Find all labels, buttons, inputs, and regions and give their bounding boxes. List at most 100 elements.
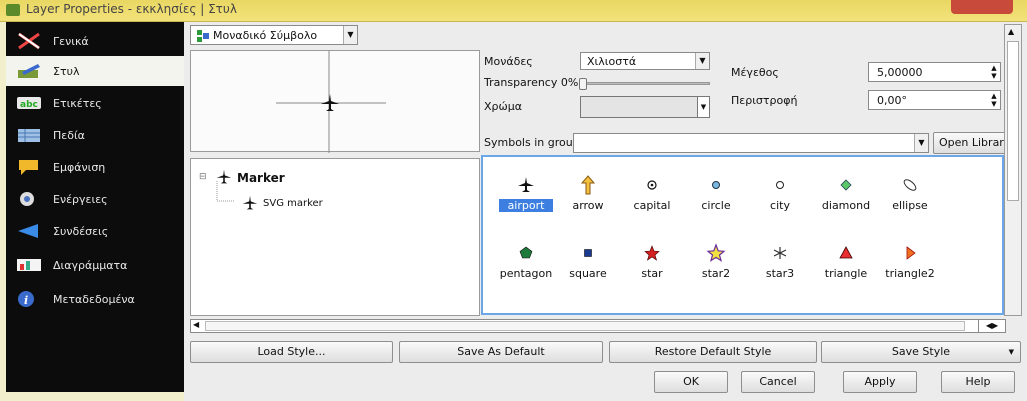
star3-icon xyxy=(773,247,787,259)
symbol-triangle2[interactable]: triangle2 xyxy=(875,237,945,287)
symbol-star3[interactable]: star3 xyxy=(745,237,815,287)
square-icon xyxy=(584,249,592,257)
symbol-arrow[interactable]: arrow xyxy=(553,169,623,219)
load-style-button[interactable]: Load Style... xyxy=(190,341,393,363)
symbol-name: star xyxy=(641,267,663,280)
color-button[interactable]: ▼ xyxy=(580,96,710,118)
symbol-name: diamond xyxy=(821,199,871,212)
chevron-down-icon: ▼ xyxy=(914,134,928,152)
sidebar-item-display[interactable]: Εμφάνιση xyxy=(6,152,184,182)
symbol-ellipse[interactable]: ellipse xyxy=(875,169,945,219)
chevron-down-icon: ▼ xyxy=(1008,348,1014,356)
renderer-select[interactable]: Μοναδικό Σύμβολο ▼ xyxy=(190,25,358,45)
triangle-icon xyxy=(839,246,853,259)
save-style-button[interactable]: Save Style ▼ xyxy=(821,341,1021,363)
tree-connector xyxy=(216,181,235,202)
tree-root[interactable]: Marker xyxy=(237,171,285,185)
cancel-button[interactable]: Cancel xyxy=(741,371,815,393)
svg-marker-icon xyxy=(242,195,258,210)
symbol-name: city xyxy=(770,199,790,212)
sidebar-item-diagrams[interactable]: Διαγράμματα xyxy=(6,250,184,280)
slider-handle[interactable] xyxy=(579,78,587,90)
tree-child[interactable]: SVG marker xyxy=(263,198,323,209)
close-button[interactable] xyxy=(951,0,1013,14)
rotation-spinbox[interactable]: 0,00° ▲ ▼ xyxy=(868,90,1001,110)
symbol-name: square xyxy=(569,267,607,280)
title-bar: Layer Properties - εκκλησίες | Στυλ xyxy=(0,0,1027,22)
open-library-button[interactable]: Open Librar xyxy=(933,132,1007,154)
style-page: Μοναδικό Σύμβολο ▼ ⊟ Marker SVG marker Μ… xyxy=(184,22,1027,401)
metadata-icon: i xyxy=(18,291,34,307)
chevron-down-icon: ▼ xyxy=(343,26,357,44)
transparency-label: Transparency 0% xyxy=(484,76,579,89)
chevron-down-icon: ▼ xyxy=(697,97,709,117)
symbol-name: pentagon xyxy=(499,267,553,280)
svg-text:abc: abc xyxy=(20,100,38,110)
symbol-name: arrow xyxy=(572,199,604,212)
units-select[interactable]: Χιλιοστά ▼ xyxy=(580,52,710,70)
spin-arrows-icon[interactable]: ▲ ▼ xyxy=(989,92,999,108)
symbol-diamond[interactable]: diamond xyxy=(811,169,881,219)
spin-arrows-icon[interactable]: ▲ ▼ xyxy=(989,64,999,80)
symbol-pentagon[interactable]: pentagon xyxy=(491,237,561,287)
scroll-thumb[interactable] xyxy=(205,321,965,331)
arrow-icon xyxy=(580,175,596,195)
sidebar-item-label: Γενικά xyxy=(53,35,89,48)
symbol-city[interactable]: city xyxy=(745,169,815,219)
capital-icon xyxy=(647,180,657,190)
airport-icon xyxy=(321,94,339,111)
rotation-value: 0,00° xyxy=(877,94,907,107)
sidebar-item-fields[interactable]: Πεδία xyxy=(6,120,184,150)
symbol-star[interactable]: star xyxy=(617,237,687,287)
ellipse-icon xyxy=(903,179,917,191)
symbol-name: airport xyxy=(499,199,553,212)
page-scrollbar[interactable]: ▲ xyxy=(1004,24,1022,316)
sidebar-item-joins[interactable]: Συνδέσεις xyxy=(6,216,184,246)
symbol-capital[interactable]: capital xyxy=(617,169,687,219)
symbol-circle[interactable]: circle xyxy=(681,169,751,219)
symbol-triangle[interactable]: triangle xyxy=(811,237,881,287)
size-label: Μέγεθος xyxy=(731,66,779,79)
color-label: Χρώμα xyxy=(484,100,522,113)
scroll-up-icon[interactable]: ▲ xyxy=(1008,27,1014,36)
symbol-airport[interactable]: airport xyxy=(491,169,561,219)
symbol-square[interactable]: square xyxy=(553,237,623,287)
sidebar-item-actions[interactable]: Ενέργειες xyxy=(6,184,184,214)
renderer-value: Μοναδικό Σύμβολο xyxy=(213,29,318,42)
transparency-slider[interactable] xyxy=(579,78,710,90)
sidebar-item-label: Ετικέτες xyxy=(53,97,102,110)
symbol-name: ellipse xyxy=(892,199,928,212)
units-label: Μονάδες xyxy=(484,55,533,68)
symbol-name: star3 xyxy=(765,267,795,280)
labels-icon: abc xyxy=(17,97,41,110)
collapse-icon[interactable]: ⊟ xyxy=(199,172,207,182)
chevron-down-icon: ▼ xyxy=(695,53,709,69)
sidebar-item-labels[interactable]: abc Ετικέτες xyxy=(6,88,184,118)
diamond-icon xyxy=(840,179,852,191)
window-title: Layer Properties - εκκλησίες | Στυλ xyxy=(26,2,237,16)
symbol-preview xyxy=(190,50,480,153)
scroll-step-arrows-icon[interactable]: ◀▶ xyxy=(978,319,1006,333)
sidebar-item-label: Πεδία xyxy=(53,129,85,142)
apply-button[interactable]: Apply xyxy=(843,371,917,393)
scroll-left-icon[interactable]: ◀ xyxy=(193,320,199,329)
restore-default-style-button[interactable]: Restore Default Style xyxy=(609,341,817,363)
sidebar-item-style[interactable]: Στυλ xyxy=(6,56,184,86)
symbol-name: circle xyxy=(701,199,731,212)
symbol-group-select[interactable]: ▼ xyxy=(573,133,929,153)
size-spinbox[interactable]: 5,00000 ▲ ▼ xyxy=(868,62,1001,82)
symbol-grid: airport arrow capital circle city diamon… xyxy=(481,155,1004,315)
scroll-thumb[interactable] xyxy=(1007,41,1019,201)
save-as-default-button[interactable]: Save As Default xyxy=(399,341,603,363)
svg-text:i: i xyxy=(24,294,28,307)
horizontal-scrollbar[interactable]: ◀ xyxy=(190,319,998,333)
help-button[interactable]: Help xyxy=(941,371,1015,393)
ok-button[interactable]: OK xyxy=(654,371,728,393)
save-style-label: Save Style xyxy=(891,345,951,358)
sidebar-item-general[interactable]: Γενικά xyxy=(6,26,184,56)
sidebar-item-label: Στυλ xyxy=(53,65,80,78)
sidebar-item-metadata[interactable]: i Μεταδεδομένα xyxy=(6,284,184,314)
rotation-label: Περιστροφή xyxy=(731,94,798,107)
symbol-star2[interactable]: star2 xyxy=(681,237,751,287)
general-icon xyxy=(18,32,40,50)
